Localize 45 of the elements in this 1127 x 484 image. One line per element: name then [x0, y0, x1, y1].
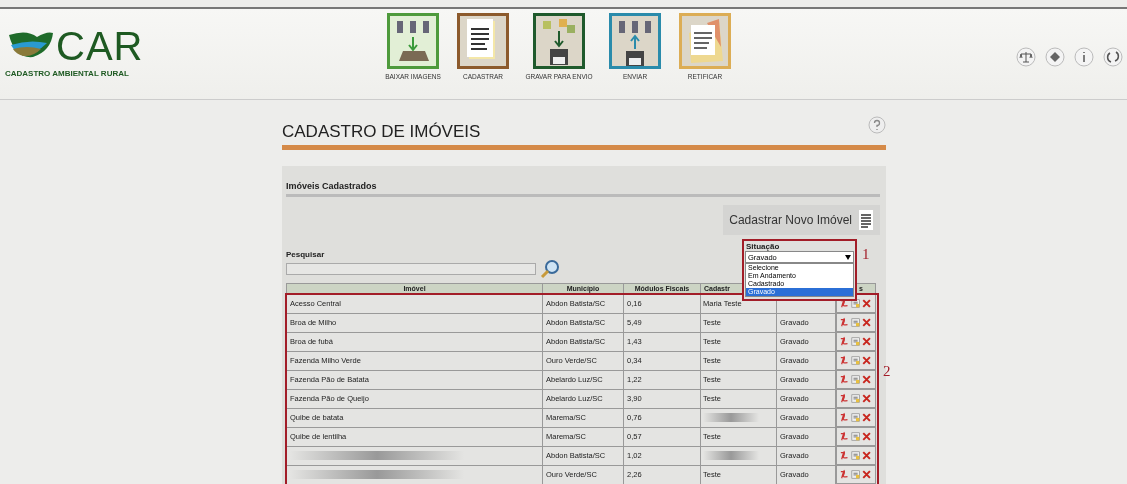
pdf-icon[interactable]: [840, 412, 850, 423]
new-property-button[interactable]: Cadastrar Novo Imóvel: [723, 205, 880, 235]
delete-icon[interactable]: [862, 450, 872, 461]
delete-icon[interactable]: [862, 355, 872, 366]
delete-icon[interactable]: [862, 317, 872, 328]
search-label: Pesquisar: [286, 250, 325, 259]
delete-icon[interactable]: [862, 336, 872, 347]
delete-icon[interactable]: [862, 431, 872, 442]
pdf-icon[interactable]: [840, 336, 850, 347]
nav-tile-icon[interactable]: [533, 13, 585, 69]
section-title: Imóveis Cadastrados: [286, 181, 880, 197]
pdf-icon[interactable]: [840, 374, 850, 385]
scales-icon[interactable]: [1016, 47, 1036, 67]
nav-tile-icon[interactable]: [387, 13, 439, 69]
page-title: CADASTRO DE IMÓVEIS: [282, 122, 481, 142]
document-icon: [858, 209, 874, 231]
pdf-icon[interactable]: [840, 469, 850, 480]
nav-tile-icon[interactable]: [457, 13, 509, 69]
caret-icon: [845, 254, 851, 260]
pdf-icon[interactable]: [840, 393, 850, 404]
pdf-icon[interactable]: [840, 355, 850, 366]
status-label: Situação: [746, 242, 780, 251]
pdf-icon[interactable]: [840, 298, 850, 309]
pdf-icon[interactable]: [840, 450, 850, 461]
landscape-logo-icon: [7, 29, 53, 59]
help-icon[interactable]: [868, 116, 886, 134]
delete-icon[interactable]: [862, 412, 872, 423]
info-icon[interactable]: [1074, 47, 1094, 67]
delete-icon[interactable]: [862, 393, 872, 404]
refresh-icon[interactable]: [1103, 47, 1123, 67]
blurred-text: [703, 451, 759, 461]
search-icon[interactable]: [540, 259, 560, 279]
delete-icon[interactable]: [862, 469, 872, 480]
annotation-number: 2: [883, 363, 891, 380]
blurred-text: [703, 413, 759, 423]
pdf-icon[interactable]: [840, 431, 850, 442]
nav-tile-icon[interactable]: [609, 13, 661, 69]
delete-icon[interactable]: [862, 298, 872, 309]
logo-title: CAR: [56, 24, 144, 69]
pdf-icon[interactable]: [840, 317, 850, 328]
nav-tile-icon[interactable]: [679, 13, 731, 69]
logo-subtitle: CADASTRO AMBIENTAL RURAL: [5, 69, 129, 78]
delete-icon[interactable]: [862, 374, 872, 385]
annotation-number: 1: [862, 246, 870, 263]
search-field[interactable]: [286, 263, 536, 275]
